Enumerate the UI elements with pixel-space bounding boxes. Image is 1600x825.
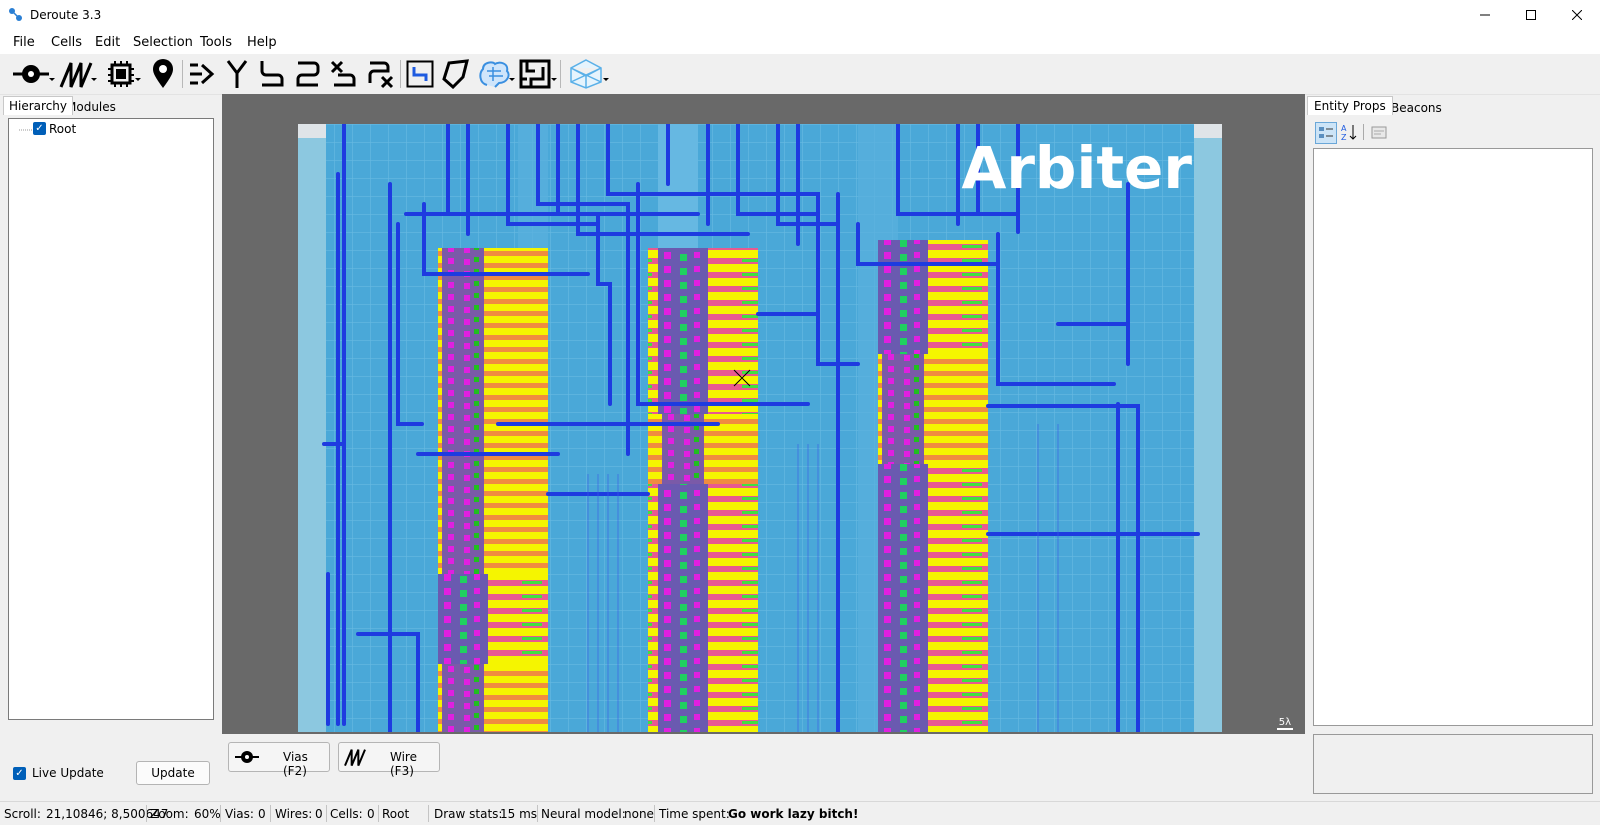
wire-mode-button[interactable]: Wire (F3)	[338, 742, 440, 778]
menu-help[interactable]: Help	[247, 35, 277, 50]
status-bar: Scroll: 21,10846; 8,500647 Zoom: 60% Via…	[0, 801, 1600, 825]
menu-cells[interactable]: Cells	[51, 35, 82, 50]
wire-in-button[interactable]	[186, 57, 218, 91]
draw-stats-label: Draw stats:	[434, 807, 503, 821]
wire-mode-label: Wire (F3)	[390, 750, 417, 778]
tab-hierarchy[interactable]: Hierarchy	[3, 96, 74, 115]
select-box-button[interactable]	[404, 57, 436, 91]
cell-tool-button[interactable]	[102, 57, 141, 91]
wire-route2-button[interactable]	[292, 57, 324, 91]
polygon-button[interactable]	[440, 57, 472, 91]
maximize-button[interactable]	[1508, 0, 1554, 30]
overlay-title: Arbiter	[961, 134, 1192, 202]
maximize-icon	[1526, 10, 1536, 20]
select-box-icon	[406, 60, 434, 88]
property-pages-icon	[1371, 126, 1387, 139]
sort-az-icon: AZ	[1341, 124, 1357, 142]
categorized-view-button[interactable]	[1315, 122, 1337, 144]
neural-brain-button[interactable]	[474, 57, 515, 91]
svg-text:A: A	[1341, 124, 1347, 133]
live-update-label: Live Update	[32, 766, 104, 780]
neural-brain-icon	[479, 61, 510, 88]
3d-view-icon	[570, 59, 602, 89]
hierarchy-tree: ✓ Root	[8, 118, 214, 720]
tab-entity-props[interactable]: Entity Props	[1307, 96, 1393, 115]
via-mode-icon	[235, 751, 259, 763]
title-bar: Deroute 3.3	[0, 0, 1600, 30]
wire-fork-icon	[226, 60, 248, 88]
wires-value: 0	[315, 807, 323, 821]
wire-delete-icon	[368, 61, 394, 89]
wire-route-button[interactable]	[256, 57, 288, 91]
close-icon	[1572, 10, 1582, 20]
scale-label: 5λ	[1276, 717, 1293, 730]
menu-edit[interactable]: Edit	[95, 35, 120, 50]
wire-tool-button[interactable]	[56, 57, 97, 91]
wire-mode-icon	[344, 749, 366, 767]
wire-fork-button[interactable]	[222, 57, 252, 91]
menu-bar: File Cells Edit Selection Tools Help	[0, 30, 1600, 54]
vias-label: Vias:	[225, 807, 254, 821]
tree-root-label[interactable]: Root	[49, 122, 76, 136]
tab-beacons[interactable]: Beacons	[1386, 99, 1447, 117]
svg-text:Z: Z	[1341, 133, 1347, 142]
scroll-label: Scroll:	[4, 807, 41, 821]
neural-model-value: none	[624, 807, 654, 821]
chip-image[interactable]: Arbiter	[298, 124, 1222, 732]
zoom-value: 60%	[194, 807, 221, 821]
wire-tool-icon	[59, 62, 93, 88]
right-panel: Entity Props Beacons AZ	[1305, 94, 1600, 800]
property-description	[1313, 734, 1593, 794]
wire-delete-button[interactable]	[364, 57, 396, 91]
property-grid[interactable]	[1313, 148, 1593, 726]
wire-in-icon	[190, 63, 215, 85]
live-update-checkbox[interactable]: ✓	[13, 767, 26, 780]
cells-value: 0	[367, 807, 375, 821]
left-panel: Hierarchy Modules ✓ Root ✓ Live Update	[0, 94, 222, 800]
cell-tool-icon	[108, 61, 134, 87]
categorized-icon	[1319, 127, 1333, 138]
time-spent-value: Go work lazy bitch!	[728, 807, 859, 821]
draw-stats-value: 15 ms	[500, 807, 538, 821]
update-button[interactable]: Update	[136, 761, 210, 785]
neural-model-label: Neural model:	[541, 807, 626, 821]
tree-line-icon	[19, 129, 33, 131]
via-tool-icon	[13, 65, 49, 83]
vias-value: 0	[258, 807, 266, 821]
wire-cross-icon	[330, 60, 356, 87]
menu-file[interactable]: File	[13, 35, 35, 50]
minimize-button[interactable]	[1462, 0, 1508, 30]
close-button[interactable]	[1554, 0, 1600, 30]
3d-view-button[interactable]	[564, 57, 609, 91]
maze-router-button[interactable]	[516, 57, 557, 91]
canvas-view[interactable]: Arbiter 5λ	[222, 94, 1305, 734]
alphabetical-view-button[interactable]: AZ	[1339, 122, 1359, 142]
wire-cross-button[interactable]	[328, 57, 360, 91]
toolbar	[0, 54, 1600, 95]
minimize-icon	[1480, 14, 1490, 16]
chip-layout-drawing	[298, 124, 1222, 732]
cells-label: Cells:	[330, 807, 363, 821]
window-title: Deroute 3.3	[30, 8, 102, 22]
via-tool-button[interactable]	[8, 57, 55, 91]
property-pages-button[interactable]	[1369, 122, 1389, 142]
polygon-icon	[442, 59, 469, 89]
module-name: Root	[382, 807, 410, 821]
zoom-label: Zoom:	[150, 807, 189, 821]
time-spent-label: Time spent:	[659, 807, 730, 821]
root-checkbox[interactable]: ✓	[33, 122, 46, 135]
vias-mode-button[interactable]: Vias (F2)	[228, 742, 330, 778]
wire-route-icon	[260, 61, 284, 87]
beacon-pin-icon	[153, 59, 173, 88]
wires-label: Wires:	[275, 807, 313, 821]
menu-selection[interactable]: Selection	[133, 35, 193, 50]
menu-tools[interactable]: Tools	[200, 35, 232, 50]
wire-route2-icon	[296, 61, 320, 87]
maze-router-icon	[519, 59, 551, 89]
beacon-tool-button[interactable]	[148, 57, 178, 91]
app-logo-icon	[9, 8, 22, 21]
vias-mode-label: Vias (F2)	[283, 750, 308, 778]
